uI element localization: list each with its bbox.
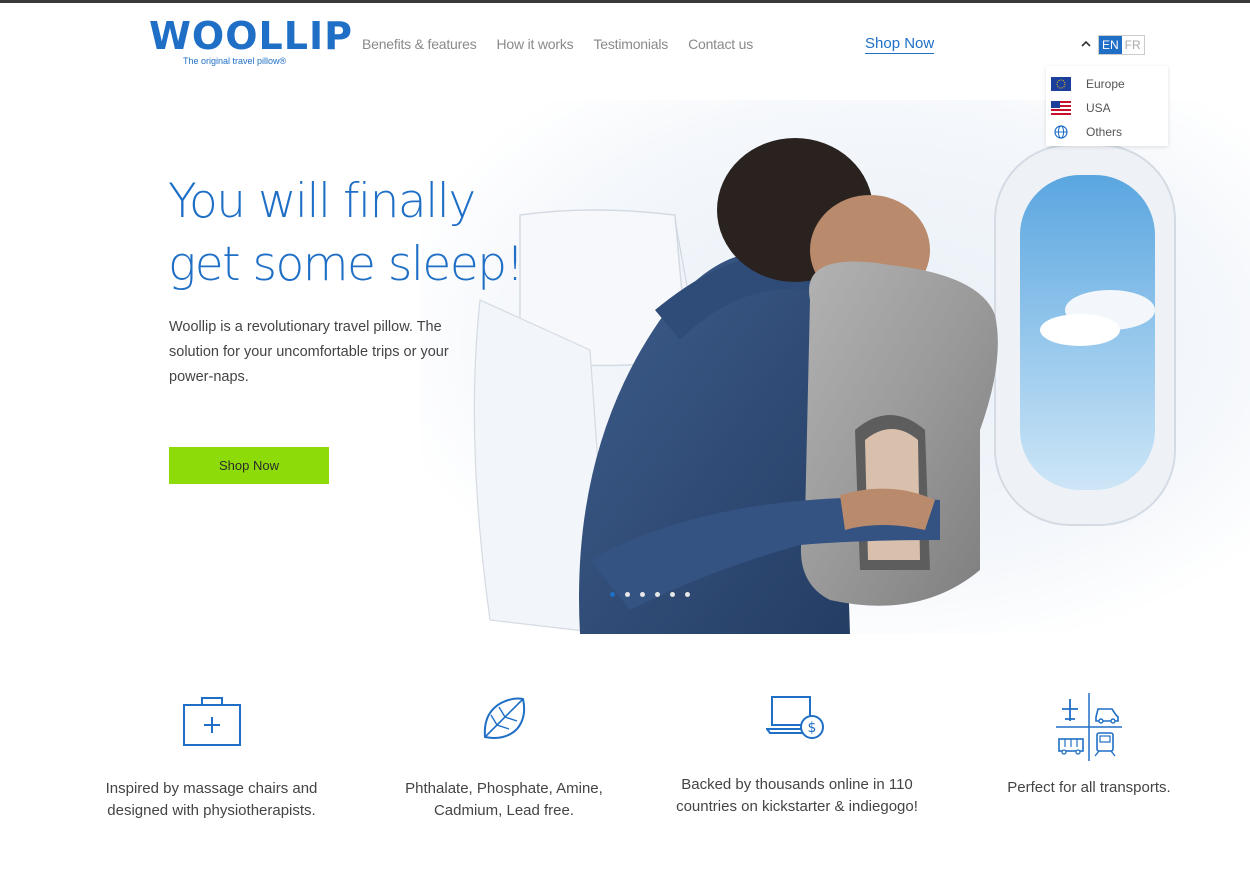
slider-dots xyxy=(610,592,690,597)
hero-shop-now-button[interactable]: Shop Now xyxy=(169,447,329,484)
eu-flag-icon xyxy=(1051,77,1071,91)
nav-testimonials[interactable]: Testimonials xyxy=(593,36,668,52)
feature-chemical-free: Phthalate, Phosphate, Amine, Cadmium, Le… xyxy=(395,693,613,822)
logo-tagline: The original travel pillow® xyxy=(183,56,287,66)
feature-backed: $ Backed by thousands online in 110 coun… xyxy=(663,693,931,818)
transports-icon xyxy=(1056,693,1122,761)
region-label: Europe xyxy=(1086,77,1125,91)
feature-massage: Inspired by massage chairs and designed … xyxy=(95,693,328,822)
region-item-usa[interactable]: USA xyxy=(1046,96,1168,120)
lang-en-button[interactable]: EN xyxy=(1099,36,1122,54)
globe-icon xyxy=(1051,125,1071,139)
slide-dot[interactable] xyxy=(685,592,690,597)
feature-text: Perfect for all transports. xyxy=(1007,779,1171,796)
region-dropdown: Europe USA Others xyxy=(1046,66,1168,146)
nav-benefits[interactable]: Benefits & features xyxy=(362,36,477,52)
region-label: USA xyxy=(1086,101,1111,115)
feature-text: Backed by thousands online in 110 countr… xyxy=(676,776,918,815)
slide-dot[interactable] xyxy=(640,592,645,597)
nav-how-it-works[interactable]: How it works xyxy=(497,36,574,52)
feature-transports: Perfect for all transports. xyxy=(998,693,1180,799)
main-nav: Benefits & features How it works Testimo… xyxy=(362,36,753,52)
header-shop-now-link[interactable]: Shop Now xyxy=(865,35,935,54)
hero-title-line-2: get some sleep! xyxy=(168,237,524,292)
svg-text:$: $ xyxy=(808,720,817,736)
slide-dot[interactable] xyxy=(610,592,615,597)
slide-dot[interactable] xyxy=(670,592,675,597)
woollip-logo[interactable]: WOOLLIP The original travel pillow® xyxy=(149,14,352,70)
medical-kit-icon xyxy=(182,697,241,746)
logo-wordmark: WOOLLIP xyxy=(149,14,353,58)
hero-title-line-1: You will finally xyxy=(168,174,476,229)
feature-text: Inspired by massage chairs and designed … xyxy=(105,780,318,819)
hero-title: You will finally get some sleep! xyxy=(168,170,524,296)
nav-contact[interactable]: Contact us xyxy=(688,36,753,52)
feature-text: Phthalate, Phosphate, Amine, Cadmium, Le… xyxy=(405,780,603,819)
chevron-up-icon[interactable] xyxy=(1080,38,1092,50)
region-item-europe[interactable]: Europe xyxy=(1046,72,1168,96)
region-item-others[interactable]: Others xyxy=(1046,120,1168,144)
language-switcher: EN FR xyxy=(1098,35,1145,55)
region-label: Others xyxy=(1086,125,1123,139)
lang-fr-button[interactable]: FR xyxy=(1121,36,1144,54)
slide-dot[interactable] xyxy=(655,592,660,597)
leaf-icon xyxy=(483,697,526,739)
slide-dot[interactable] xyxy=(625,592,630,597)
hero-image xyxy=(420,100,1250,634)
laptop-dollar-icon: $ xyxy=(766,696,824,739)
us-flag-icon xyxy=(1051,101,1071,115)
top-border xyxy=(0,0,1250,3)
hero-description: Woollip is a revolutionary travel pillow… xyxy=(169,319,449,385)
